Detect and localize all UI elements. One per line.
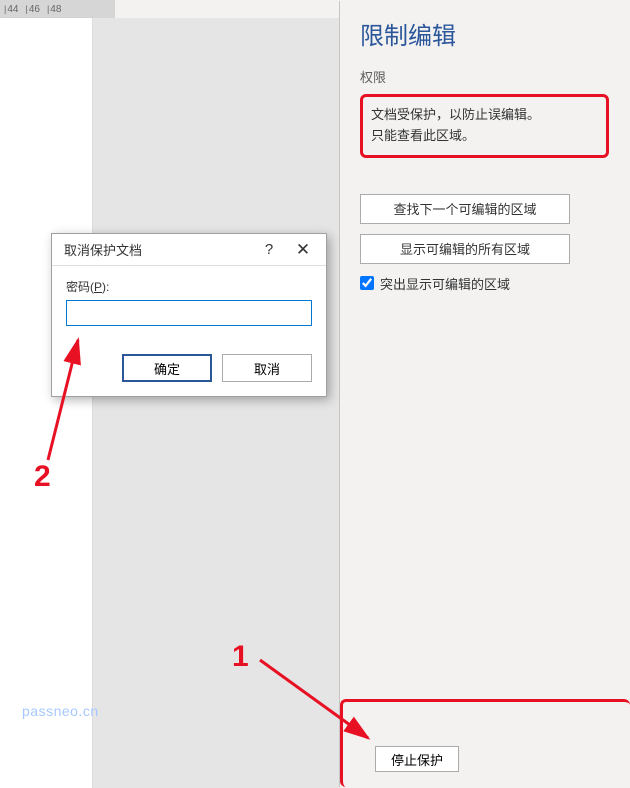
highlight-editable-checkbox[interactable] xyxy=(360,276,374,290)
unprotect-document-dialog: 取消保护文档 ? ✕ 密码(P): 确定 取消 xyxy=(51,233,327,397)
ruler-mark: 44 xyxy=(4,4,18,15)
dialog-body: 密码(P): 确定 取消 xyxy=(52,266,326,396)
highlight-editable-row: 突出显示可编辑的区域 xyxy=(360,274,609,293)
restrict-editing-panel: 限制编辑 权限 文档受保护，以防止误编辑。 只能查看此区域。 查找下一个可编辑的… xyxy=(340,1,629,787)
ruler: 44 46 48 xyxy=(0,0,115,18)
document-page[interactable] xyxy=(0,18,93,788)
find-next-editable-button[interactable]: 查找下一个可编辑的区域 xyxy=(360,194,570,224)
document-background xyxy=(93,18,340,788)
protection-notice-line1: 文档受保护，以防止误编辑。 xyxy=(371,105,598,126)
password-input[interactable] xyxy=(66,300,312,326)
ruler-mark: 46 xyxy=(25,4,39,15)
dialog-title: 取消保护文档 xyxy=(64,240,252,259)
close-icon[interactable]: ✕ xyxy=(286,237,320,263)
panel-subtitle: 权限 xyxy=(360,67,609,86)
ruler-mark: 48 xyxy=(47,4,61,15)
stop-protection-highlight: 停止保护 xyxy=(340,699,630,787)
show-all-editable-button[interactable]: 显示可编辑的所有区域 xyxy=(360,234,570,264)
stop-protection-button[interactable]: 停止保护 xyxy=(375,746,459,772)
help-icon[interactable]: ? xyxy=(252,237,286,263)
ok-button[interactable]: 确定 xyxy=(122,354,212,382)
dialog-buttons: 确定 取消 xyxy=(66,354,312,382)
dialog-titlebar[interactable]: 取消保护文档 ? ✕ xyxy=(52,234,326,266)
password-label: 密码(P): xyxy=(66,278,312,295)
highlight-editable-label: 突出显示可编辑的区域 xyxy=(380,274,510,293)
protection-notice-line2: 只能查看此区域。 xyxy=(371,126,598,147)
watermark: passneo.cn xyxy=(22,703,99,719)
protection-notice-highlight: 文档受保护，以防止误编辑。 只能查看此区域。 xyxy=(360,94,609,158)
cancel-button[interactable]: 取消 xyxy=(222,354,312,382)
panel-title: 限制编辑 xyxy=(360,16,609,51)
